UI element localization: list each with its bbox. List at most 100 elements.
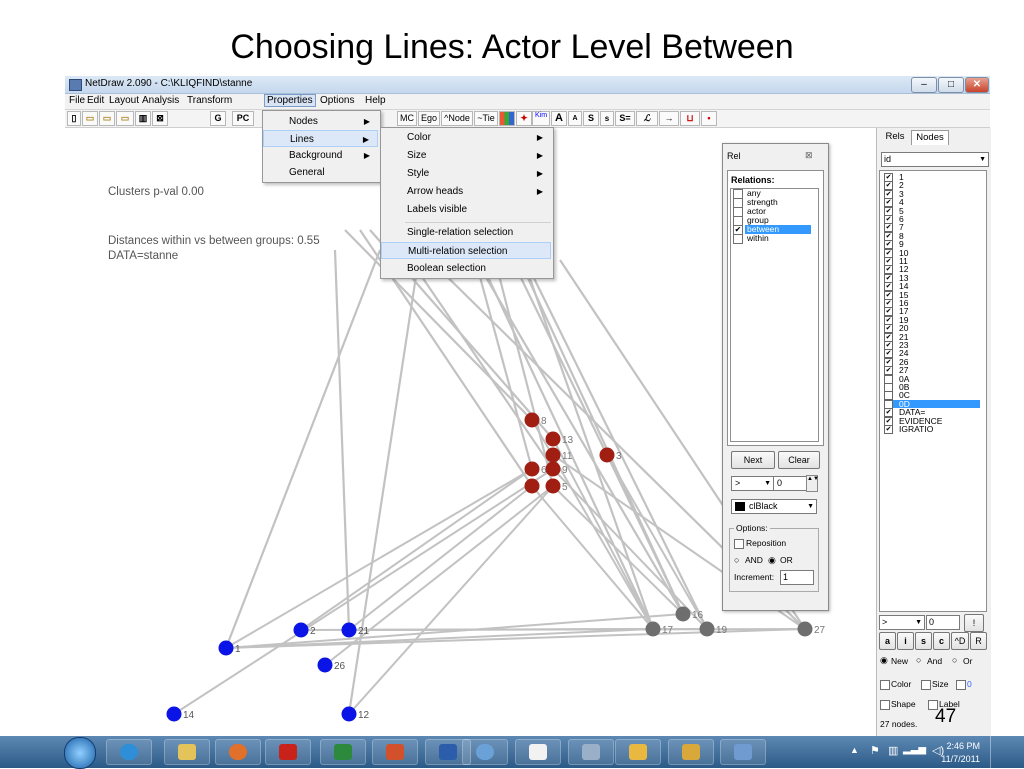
attr-c-button[interactable]: c [933, 632, 950, 650]
taskbar-network-app-icon[interactable] [720, 739, 766, 765]
threshold-spinner[interactable]: ▲▼ [806, 475, 819, 492]
start-button-icon[interactable] [64, 737, 96, 769]
toolbar-ego-button[interactable]: Ego [418, 111, 440, 126]
relation-item-actor[interactable]: actor [731, 207, 818, 217]
graph-node-17[interactable] [645, 621, 661, 637]
color-checkbox[interactable] [880, 680, 890, 690]
open-folder-a-icon[interactable]: ▭ [116, 111, 134, 126]
menu-layout[interactable]: Layout [107, 95, 141, 106]
graph-node-5[interactable] [545, 478, 561, 494]
graph-node-21[interactable] [341, 622, 357, 638]
menu-item-multi-relation[interactable]: Multi-relation selection [381, 242, 551, 259]
toolbar-mc-button[interactable]: MC [397, 111, 417, 126]
node-checkbox-checked[interactable]: ✔ [884, 425, 893, 434]
graph-node-19[interactable] [699, 621, 715, 637]
line-weight-icon[interactable]: ⊔ [680, 111, 700, 126]
graph-node-9[interactable] [545, 461, 561, 477]
size-value-checkbox[interactable] [956, 680, 966, 690]
chart-icon[interactable]: ▥ [135, 111, 151, 126]
taskbar-netdraw-icon[interactable] [515, 739, 561, 765]
attr-s-button[interactable]: s [915, 632, 932, 650]
attr-a-button[interactable]: a [879, 632, 896, 650]
graph-node-3[interactable] [599, 447, 615, 463]
clear-button[interactable]: Clear [778, 451, 820, 469]
tray-arrow-icon[interactable]: ▲ [850, 745, 859, 755]
toolbar-large-a-button[interactable]: A [551, 111, 567, 126]
node-dot-icon[interactable]: • [701, 111, 717, 126]
reposition-checkbox[interactable] [734, 539, 744, 549]
toolbar-small-a-button[interactable]: A [568, 111, 582, 126]
apply-filter-button[interactable]: ! [964, 614, 984, 632]
minimize-button[interactable]: – [911, 77, 937, 93]
and-radio[interactable]: ○ [734, 555, 739, 565]
close-window-button[interactable]: ✕ [965, 77, 989, 93]
flag-icon[interactable]: ✦ [516, 111, 532, 126]
open-folder-icon[interactable]: ▭ [82, 111, 98, 126]
color-select[interactable]: clBlack ▼ [731, 499, 817, 514]
increment-input[interactable]: 1 [780, 570, 814, 585]
taskbar-explorer-icon[interactable] [164, 739, 210, 765]
toolbar-large-s-button[interactable]: S [583, 111, 599, 126]
toolbar-tie-button[interactable]: ~Tie [474, 111, 498, 126]
operator-select[interactable]: > ▼ [731, 476, 774, 491]
graph-node-2[interactable] [293, 622, 309, 638]
toolbar-node-button[interactable]: ^Node [441, 111, 473, 126]
relation-checkbox[interactable] [733, 234, 743, 244]
close-icon[interactable]: ⊠ [805, 150, 813, 161]
menu-item-nodes[interactable]: Nodes ▶ [263, 113, 378, 130]
taskbar-powerpoint-icon[interactable] [372, 739, 418, 765]
menu-transform[interactable]: Transform [185, 95, 234, 106]
attr-r-button[interactable]: R [970, 632, 987, 650]
or-radio[interactable]: ○ [952, 655, 957, 665]
or-radio-selected[interactable]: ◉ [768, 555, 776, 566]
node-operator-select[interactable]: > ▼ [879, 615, 925, 630]
attr-d-button[interactable]: ^D [951, 632, 969, 650]
node-list-item[interactable]: ✔ IGRATIO [884, 425, 933, 434]
menu-item-background[interactable]: Background ▶ [263, 147, 378, 164]
graph-node-16[interactable] [675, 606, 691, 622]
graph-node-12[interactable] [341, 706, 357, 722]
toolbar-pc-button[interactable]: PC [232, 111, 254, 126]
tray-flag-icon[interactable]: ⚑ [870, 744, 880, 757]
relation-item-within[interactable]: within [731, 234, 818, 244]
relations-list[interactable]: any strength actor group ✔ between within [730, 188, 819, 442]
graph-node-13[interactable] [545, 431, 561, 447]
graph-node-8[interactable] [524, 412, 540, 428]
toolbar-small-s-button[interactable]: s [600, 111, 614, 126]
graph-node-14[interactable] [166, 706, 182, 722]
tab-rels[interactable]: Rels [881, 130, 909, 144]
show-desktop-button[interactable] [990, 736, 1005, 768]
graph-node-unlabeled[interactable] [524, 478, 540, 494]
maximize-button[interactable]: □ [938, 77, 964, 93]
menu-properties[interactable]: Properties [264, 94, 316, 107]
menu-item-single-relation[interactable]: Single-relation selection [381, 224, 551, 241]
menu-item-arrow-heads[interactable]: Arrow heads ▶ [381, 183, 551, 200]
menu-item-size[interactable]: Size ▶ [381, 147, 551, 164]
size-checkbox[interactable] [921, 680, 931, 690]
taskbar-math-icon[interactable] [462, 739, 508, 765]
menu-analysis[interactable]: Analysis [140, 95, 181, 106]
tray-network-icon[interactable]: ▥ [888, 744, 898, 757]
menu-options[interactable]: Options [318, 95, 356, 106]
graph-node-11[interactable] [545, 447, 561, 463]
taskbar-tool-icon[interactable] [568, 739, 614, 765]
tab-nodes[interactable]: Nodes [911, 130, 949, 145]
threshold-input[interactable]: 0 [773, 476, 808, 491]
graph-node-1[interactable] [218, 640, 234, 656]
menu-help[interactable]: Help [363, 95, 388, 106]
open-folder-icon-2[interactable]: ▭ [99, 111, 115, 126]
graph-node-6[interactable] [524, 461, 540, 477]
menu-item-boolean-selection[interactable]: Boolean selection [381, 260, 551, 277]
toolbar-s-equals-button[interactable]: S= [615, 111, 635, 126]
menu-item-style[interactable]: Style ▶ [381, 165, 551, 182]
menu-item-lines[interactable]: Lines ▶ [263, 130, 378, 147]
tray-signal-icon[interactable]: ▂▃▅ [903, 744, 926, 755]
toolbar-g-button[interactable]: G [210, 111, 226, 126]
graph-node-27[interactable] [797, 621, 813, 637]
taskbar-firefox-icon[interactable] [215, 739, 261, 765]
taskbar-app-icon[interactable] [668, 739, 714, 765]
next-button[interactable]: Next [731, 451, 775, 469]
menu-item-labels-visible[interactable]: Labels visible [381, 201, 551, 218]
new-radio-selected[interactable]: ◉ [880, 655, 888, 666]
relation-item-strength[interactable]: strength [731, 198, 818, 208]
